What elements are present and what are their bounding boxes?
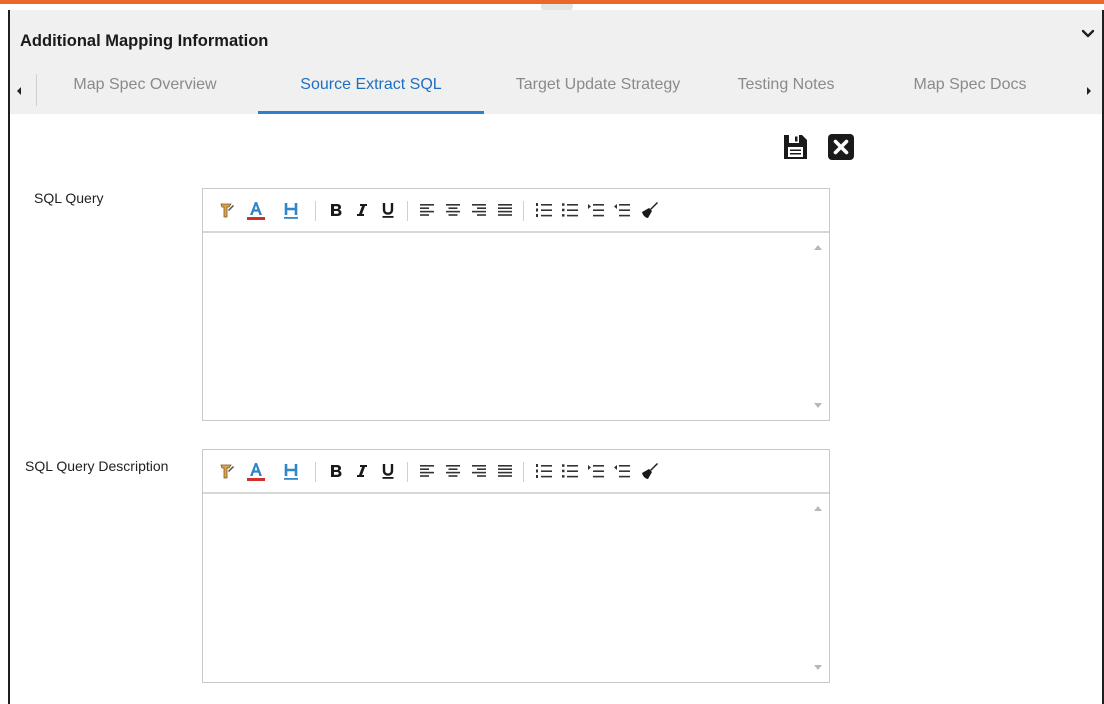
editor-toolbar bbox=[203, 189, 829, 233]
tab-bar: Map Spec Overview Source Extract SQL Tar… bbox=[10, 68, 1102, 114]
indent-icon[interactable] bbox=[587, 461, 605, 481]
bold-icon[interactable] bbox=[329, 461, 343, 481]
panel-title: Additional Mapping Information bbox=[20, 32, 269, 50]
unordered-list-icon[interactable] bbox=[561, 461, 579, 481]
align-left-icon[interactable] bbox=[419, 461, 435, 481]
tab-scroll-left-icon[interactable] bbox=[12, 82, 26, 100]
unordered-list-icon[interactable] bbox=[561, 200, 579, 220]
text-color-icon[interactable] bbox=[245, 461, 267, 481]
save-icon bbox=[784, 135, 807, 159]
align-left-icon[interactable] bbox=[419, 200, 435, 220]
outdent-icon[interactable] bbox=[613, 200, 631, 220]
highlight-icon[interactable] bbox=[283, 200, 299, 220]
highlight-icon[interactable] bbox=[283, 461, 299, 481]
ordered-list-icon[interactable] bbox=[535, 461, 553, 481]
sql-query-description-label: SQL Query Description bbox=[25, 458, 169, 474]
text-color-icon[interactable] bbox=[245, 200, 267, 220]
toolbar-divider bbox=[523, 201, 524, 221]
align-justify-icon[interactable] bbox=[497, 461, 513, 481]
toolbar-divider bbox=[523, 462, 524, 482]
close-button[interactable] bbox=[826, 132, 856, 162]
sql-query-description-editor bbox=[202, 449, 830, 683]
outdent-icon[interactable] bbox=[613, 461, 631, 481]
tab-label: Target Update Strategy bbox=[515, 76, 681, 93]
sql-query-editor bbox=[202, 188, 830, 421]
tab-scroll-right-icon[interactable] bbox=[1082, 82, 1096, 100]
scroll-down-icon[interactable] bbox=[814, 403, 822, 408]
italic-icon[interactable] bbox=[355, 461, 369, 481]
clear-format-icon[interactable] bbox=[639, 200, 659, 220]
scroll-down-icon[interactable] bbox=[814, 665, 822, 670]
sql-query-textarea[interactable] bbox=[203, 233, 829, 420]
clear-format-icon[interactable] bbox=[639, 461, 659, 481]
align-center-icon[interactable] bbox=[445, 200, 461, 220]
tab-map-spec-docs[interactable]: Map Spec Docs bbox=[890, 68, 1050, 114]
scroll-up-icon[interactable] bbox=[814, 245, 822, 250]
underline-icon[interactable] bbox=[381, 461, 395, 481]
align-center-icon[interactable] bbox=[445, 461, 461, 481]
scroll-up-icon[interactable] bbox=[814, 506, 822, 511]
align-right-icon[interactable] bbox=[471, 200, 487, 220]
sql-query-label: SQL Query bbox=[34, 190, 104, 206]
tab-label: Map Spec Overview bbox=[73, 76, 217, 93]
italic-icon[interactable] bbox=[355, 200, 369, 220]
chevron-down-icon[interactable] bbox=[1080, 26, 1096, 42]
ordered-list-icon[interactable] bbox=[535, 200, 553, 220]
tab-label: Map Spec Docs bbox=[913, 76, 1027, 93]
panel-header[interactable]: Additional Mapping Information bbox=[10, 10, 1102, 68]
tab-divider bbox=[36, 74, 37, 106]
bold-icon[interactable] bbox=[329, 200, 343, 220]
toolbar-divider bbox=[407, 462, 408, 482]
tab-map-spec-overview[interactable]: Map Spec Overview bbox=[50, 68, 240, 114]
close-icon bbox=[828, 134, 854, 160]
tab-label: Testing Notes bbox=[737, 76, 835, 93]
save-button[interactable] bbox=[780, 132, 810, 162]
additional-mapping-panel: Additional Mapping Information Map Spec … bbox=[8, 10, 1104, 704]
underline-icon[interactable] bbox=[381, 200, 395, 220]
font-icon[interactable] bbox=[219, 461, 235, 481]
tab-label: Source Extract SQL bbox=[300, 76, 442, 93]
tab-target-update-strategy[interactable]: Target Update Strategy bbox=[498, 68, 698, 114]
align-right-icon[interactable] bbox=[471, 461, 487, 481]
tab-source-extract-sql[interactable]: Source Extract SQL bbox=[258, 68, 484, 114]
font-icon[interactable] bbox=[219, 200, 235, 220]
tab-testing-notes[interactable]: Testing Notes bbox=[716, 68, 856, 114]
editor-toolbar bbox=[203, 450, 829, 494]
align-justify-icon[interactable] bbox=[497, 200, 513, 220]
toolbar-divider bbox=[407, 201, 408, 221]
toolbar-divider bbox=[315, 462, 316, 482]
sql-query-description-textarea[interactable] bbox=[203, 494, 829, 682]
toolbar-divider bbox=[315, 201, 316, 221]
indent-icon[interactable] bbox=[587, 200, 605, 220]
